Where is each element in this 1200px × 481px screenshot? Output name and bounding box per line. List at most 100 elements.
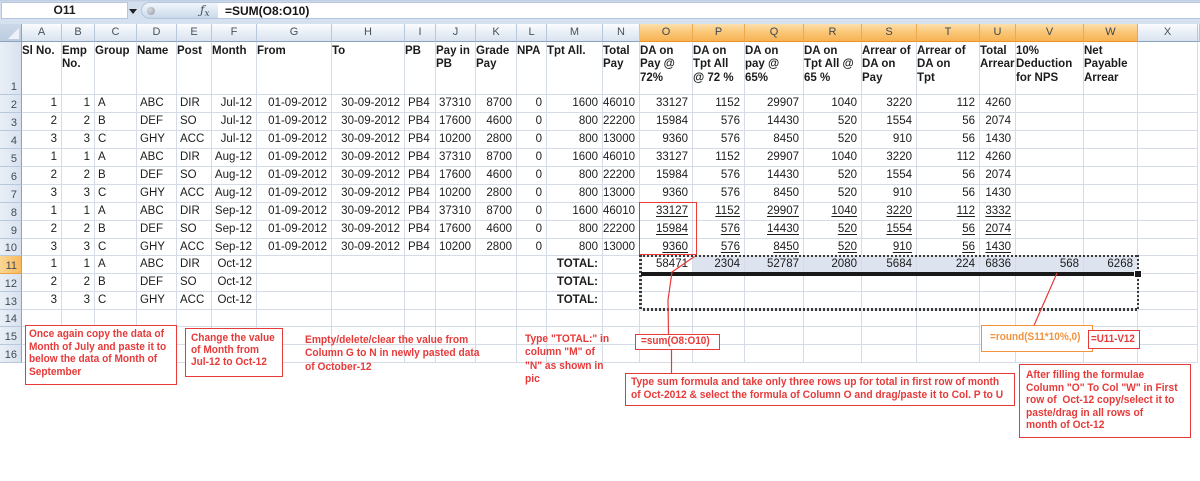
cell-U8[interactable]: 3332 [980,203,1016,221]
cell-J12[interactable] [436,274,476,292]
cell-P10[interactable]: 576 [693,239,745,256]
cell-M4[interactable]: 800 [547,131,603,149]
cell-Q9[interactable]: 14430 [745,221,804,239]
cell-F5[interactable]: Aug-12 [212,149,257,167]
col-header-P[interactable]: P [693,24,745,42]
cell-J6[interactable]: 17600 [436,167,476,185]
cell-R2[interactable]: 1040 [804,95,862,113]
cell-E14[interactable] [177,310,212,327]
cell-V6[interactable] [1016,167,1084,185]
cell-H9[interactable]: 30-09-2012 [332,221,405,239]
cell-I6[interactable]: PB4 [405,167,436,185]
cell-W3[interactable] [1084,113,1138,131]
cell-K9[interactable]: 4600 [476,221,517,239]
cell-S15[interactable] [862,327,917,345]
cell-U10[interactable]: 1430 [980,239,1016,256]
cell-B8[interactable]: 1 [62,203,95,221]
col-header-S[interactable]: S [862,24,917,42]
cell-G1[interactable]: From [257,42,332,95]
cell-S12[interactable] [862,274,917,292]
cell-C10[interactable]: C [95,239,137,256]
cell-M5[interactable]: 1600 [547,149,603,167]
cell-G7[interactable]: 01-09-2012 [257,185,332,203]
cell-K2[interactable]: 8700 [476,95,517,113]
cell-K11[interactable] [476,256,517,274]
cell-J2[interactable]: 37310 [436,95,476,113]
row-header-3[interactable]: 3 [0,113,22,131]
cell-C3[interactable]: B [95,113,137,131]
cell-K14[interactable] [476,310,517,327]
cell-V8[interactable] [1016,203,1084,221]
cell-M7[interactable]: 800 [547,185,603,203]
col-header-D[interactable]: D [137,24,177,42]
cell-E3[interactable]: SO [177,113,212,131]
cell-R5[interactable]: 1040 [804,149,862,167]
cell-S14[interactable] [862,310,917,327]
cell-I14[interactable] [405,310,436,327]
cell-N1[interactable]: Total Pay [603,42,640,95]
cell-D13[interactable]: GHY [137,292,177,310]
cell-J13[interactable] [436,292,476,310]
cell-D1[interactable]: Name [137,42,177,95]
cell-X2[interactable] [1138,95,1198,113]
cell-T1[interactable]: Arrear of DA on Tpt [917,42,980,95]
cell-R3[interactable]: 520 [804,113,862,131]
cell-Q3[interactable]: 14430 [745,113,804,131]
cell-E1[interactable]: Post [177,42,212,95]
cell-E9[interactable]: SO [177,221,212,239]
cell-D5[interactable]: ABC [137,149,177,167]
cell-E8[interactable]: DIR [177,203,212,221]
cell-M13[interactable]: TOTAL: [547,292,603,310]
cell-E11[interactable]: DIR [177,256,212,274]
cell-J7[interactable]: 10200 [436,185,476,203]
cell-R14[interactable] [804,310,862,327]
cell-H14[interactable] [332,310,405,327]
cell-S8[interactable]: 3220 [862,203,917,221]
cell-L13[interactable] [517,292,547,310]
row-header-5[interactable]: 5 [0,149,22,167]
cell-J11[interactable] [436,256,476,274]
cell-C11[interactable]: A [95,256,137,274]
cell-E7[interactable]: ACC [177,185,212,203]
cell-O3[interactable]: 15984 [640,113,693,131]
cell-T16[interactable] [917,345,980,363]
cell-L14[interactable] [517,310,547,327]
cell-A8[interactable]: 1 [22,203,62,221]
cell-Q14[interactable] [745,310,804,327]
cell-A11[interactable]: 1 [22,256,62,274]
cell-X16[interactable] [1138,345,1198,363]
cell-J1[interactable]: Pay in PB [436,42,476,95]
cell-K13[interactable] [476,292,517,310]
cell-T9[interactable]: 56 [917,221,980,239]
cell-A3[interactable]: 2 [22,113,62,131]
cell-P1[interactable]: DA on Tpt All @ 72 % [693,42,745,95]
cell-P7[interactable]: 576 [693,185,745,203]
cell-Q6[interactable]: 14430 [745,167,804,185]
cell-N3[interactable]: 22200 [603,113,640,131]
cell-W8[interactable] [1084,203,1138,221]
cell-L6[interactable]: 0 [517,167,547,185]
cell-N13[interactable] [603,292,640,310]
cell-G3[interactable]: 01-09-2012 [257,113,332,131]
cell-X10[interactable] [1138,239,1198,256]
cell-H6[interactable]: 30-09-2012 [332,167,405,185]
cell-G8[interactable]: 01-09-2012 [257,203,332,221]
cell-U4[interactable]: 1430 [980,131,1016,149]
cell-F8[interactable]: Sep-12 [212,203,257,221]
col-header-B[interactable]: B [62,24,95,42]
cell-T3[interactable]: 56 [917,113,980,131]
cell-H12[interactable] [332,274,405,292]
cell-C13[interactable]: C [95,292,137,310]
cell-R12[interactable] [804,274,862,292]
cell-S16[interactable] [862,345,917,363]
cell-P5[interactable]: 1152 [693,149,745,167]
cell-O1[interactable]: DA on Pay @ 72% [640,42,693,95]
cell-P3[interactable]: 576 [693,113,745,131]
insert-function-fx-icon[interactable]: ƒx [200,3,210,22]
cell-I7[interactable]: PB4 [405,185,436,203]
cell-N8[interactable]: 46010 [603,203,640,221]
row-header-10[interactable]: 10 [0,239,22,256]
cell-E10[interactable]: ACC [177,239,212,256]
name-box-dropdown-icon[interactable] [129,9,137,14]
cell-L7[interactable]: 0 [517,185,547,203]
